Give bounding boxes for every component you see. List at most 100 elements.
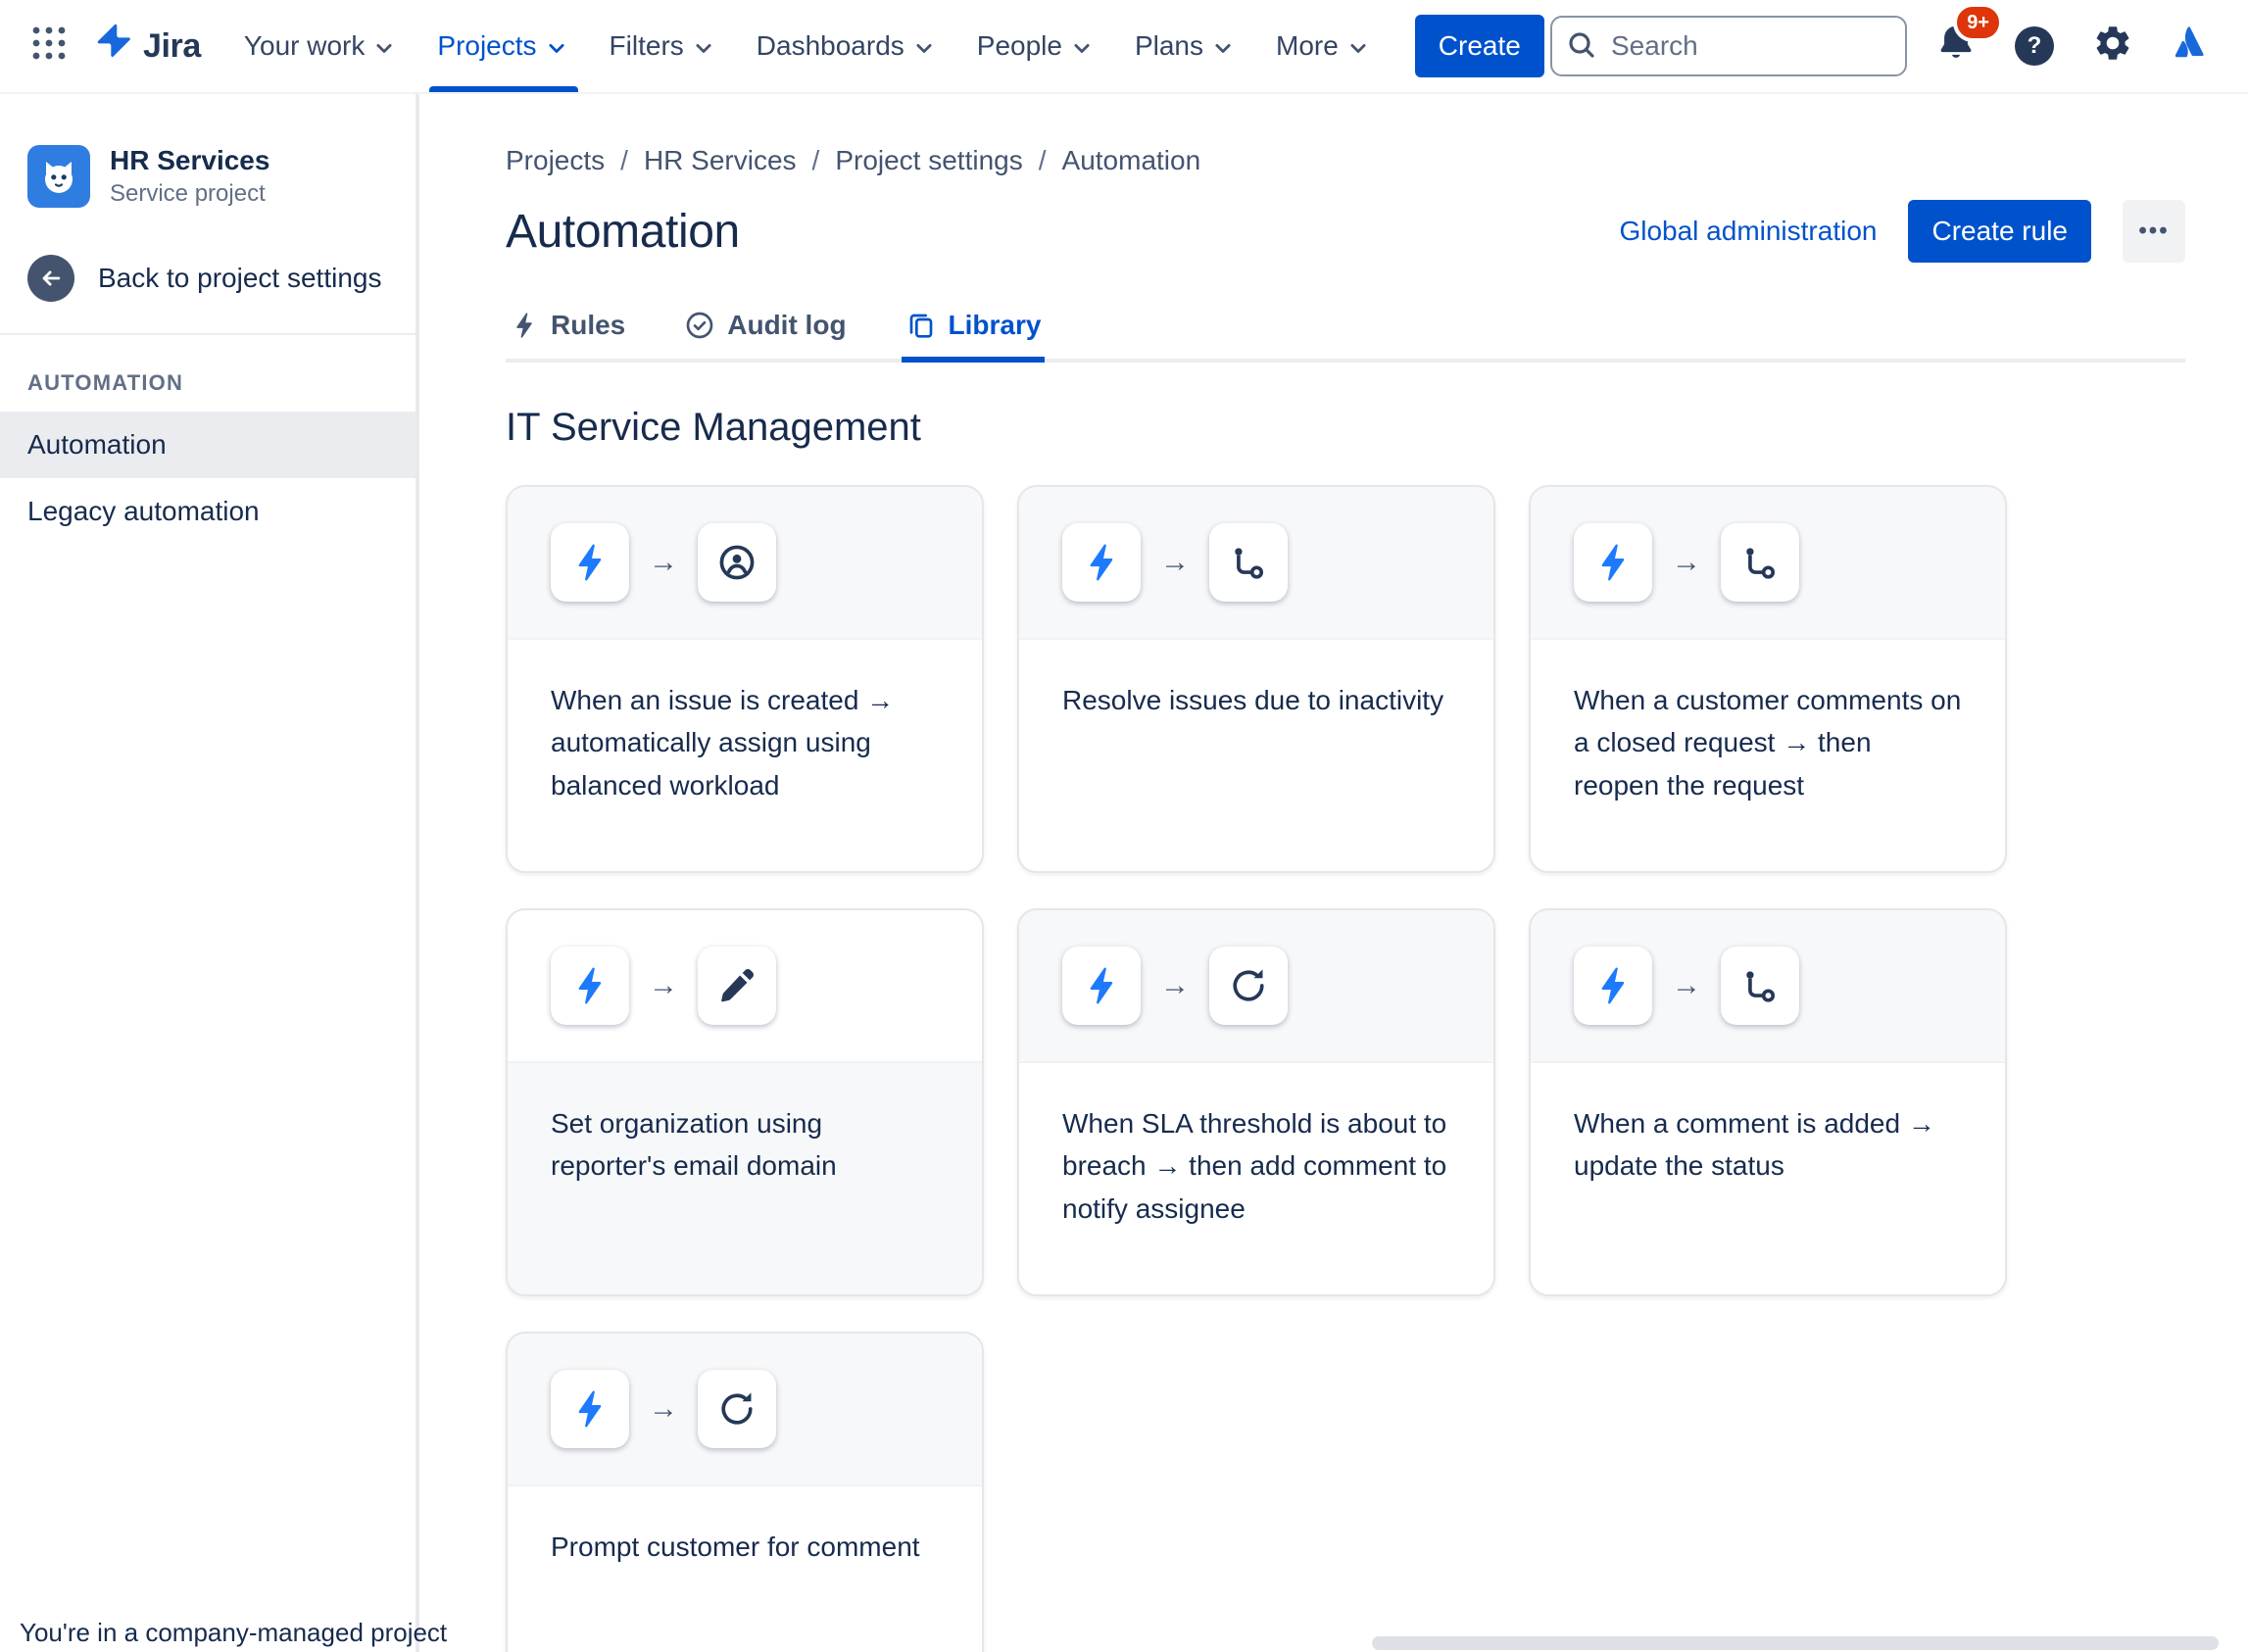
sidebar-item-automation[interactable]: Automation: [0, 412, 415, 478]
nav-item-people[interactable]: People: [957, 0, 1115, 92]
main-content: Projects / HR Services / Project setting…: [419, 94, 2248, 1652]
title-actions: Global administration Create rule •••: [1619, 200, 2185, 263]
create-rule-button[interactable]: Create rule: [1908, 200, 2091, 263]
tab-label: Rules: [551, 310, 626, 340]
trigger-tile: [551, 523, 629, 602]
tab-audit-log[interactable]: Audit log: [680, 302, 850, 363]
arrow-icon: →: [1160, 969, 1190, 1001]
action-tile: [1721, 947, 1799, 1025]
project-managed-note: You're in a company-managed project: [20, 1618, 448, 1647]
create-button[interactable]: Create: [1414, 15, 1544, 77]
tabs: Rules Audit log Library: [506, 302, 2185, 363]
nav-item-dashboards[interactable]: Dashboards: [737, 0, 957, 92]
tab-label: Library: [948, 310, 1042, 340]
tab-rules[interactable]: Rules: [506, 302, 629, 363]
chevron-down-icon: [1350, 43, 1366, 53]
template-card-prompt-customer[interactable]: → Prompt customer for comment: [506, 1332, 984, 1652]
chevron-down-icon: [1074, 43, 1090, 53]
nav-item-label: Your work: [243, 30, 366, 61]
nav-item-filters[interactable]: Filters: [590, 0, 737, 92]
chevron-down-icon: [1215, 43, 1231, 53]
arrow-icon: →: [649, 546, 678, 578]
gear-icon: [2092, 23, 2133, 71]
more-actions-button[interactable]: •••: [2123, 200, 2185, 263]
template-card-comment-update-status[interactable]: → When a comment is added → update the s…: [1529, 908, 2007, 1296]
project-name: HR Services: [110, 145, 270, 175]
project-header: HR Services Service project: [0, 145, 415, 208]
arrow-icon: →: [1672, 969, 1701, 1001]
jira-logo[interactable]: Jira: [90, 21, 201, 72]
workflow-icon: [1746, 971, 1776, 1002]
help-button[interactable]: ?: [2005, 17, 2064, 75]
breadcrumb-separator: /: [1038, 145, 1047, 175]
app-root: Jira Your work Projects Filters Dashboar…: [0, 0, 2248, 1652]
nav-item-your-work[interactable]: Your work: [224, 0, 417, 92]
card-text: When an issue is created → automatically…: [551, 685, 895, 801]
app-switcher-grid-icon: [29, 24, 69, 70]
title-row: Automation Global administration Create …: [506, 200, 2185, 263]
breadcrumb-separator: /: [811, 145, 820, 175]
chevron-down-icon: [696, 43, 711, 53]
trigger-tile: [551, 947, 629, 1025]
workflow-icon: [1235, 548, 1264, 579]
trigger-tile: [551, 1370, 629, 1448]
trigger-tile: [1574, 947, 1652, 1025]
workflow-icon: [1746, 548, 1776, 579]
card-icon-area: →: [508, 910, 982, 1063]
sidebar-divider: [0, 333, 415, 335]
nav-item-plans[interactable]: Plans: [1115, 0, 1256, 92]
settings-button[interactable]: [2083, 17, 2142, 75]
search-icon: [1566, 29, 1597, 69]
nav-item-label: More: [1276, 30, 1339, 61]
notifications-button[interactable]: 9+: [1927, 3, 2003, 75]
template-card-reopen-request[interactable]: → When a customer comments on a closed r…: [1529, 485, 2007, 873]
horizontal-scrollbar[interactable]: [1372, 1636, 2219, 1650]
breadcrumb-projects[interactable]: Projects: [506, 145, 605, 176]
card-text: When a customer comments on a closed req…: [1574, 685, 1962, 801]
chevron-down-icon: [376, 43, 392, 53]
lightning-icon: [578, 544, 602, 581]
top-navigation: Jira Your work Projects Filters Dashboar…: [0, 0, 2248, 94]
project-type: Service project: [110, 180, 266, 207]
action-tile: [1209, 523, 1288, 602]
nav-item-label: Projects: [437, 30, 537, 61]
assign-user-icon: [719, 545, 755, 580]
card-icon-area: →: [1019, 910, 1493, 1063]
atlassian-button[interactable]: [2162, 17, 2221, 75]
arrow-icon: →: [649, 1392, 678, 1425]
breadcrumb-project-settings[interactable]: Project settings: [835, 145, 1022, 176]
app-switcher-button[interactable]: [20, 17, 78, 75]
template-card-resolve-inactivity[interactable]: → Resolve issues due to inactivity: [1017, 485, 1495, 873]
global-administration-link[interactable]: Global administration: [1619, 216, 1877, 247]
nav-left-cluster: Jira Your work Projects Filters Dashboar…: [20, 0, 1544, 92]
back-label: Back to project settings: [98, 263, 382, 293]
trigger-tile: [1062, 947, 1141, 1025]
atlassian-icon: [2170, 22, 2213, 72]
search-box: [1550, 16, 1907, 76]
lightning-icon: [1090, 967, 1113, 1004]
breadcrumb-automation[interactable]: Automation: [1062, 145, 1201, 176]
help-icon: ?: [2015, 26, 2054, 66]
card-icon-area: →: [1531, 487, 2005, 640]
template-card-set-organization[interactable]: → Set organization using reporter's emai…: [506, 908, 984, 1296]
action-tile: [698, 523, 776, 602]
nav-item-projects[interactable]: Projects: [417, 0, 589, 92]
sidebar-item-legacy-automation[interactable]: Legacy automation: [0, 478, 415, 545]
card-icon-area: →: [1019, 487, 1493, 640]
template-card-grid: → When an issue is created → automatical…: [506, 485, 2185, 1652]
card-text: When SLA threshold is about to breach → …: [1062, 1108, 1447, 1224]
nav-right-cluster: 9+ ?: [1550, 3, 2221, 76]
tab-library[interactable]: Library: [901, 302, 1046, 363]
project-sidebar: HR Services Service project Back to proj…: [0, 94, 448, 1652]
card-icon-area: →: [508, 1334, 982, 1486]
back-to-project-settings[interactable]: Back to project settings: [0, 255, 415, 302]
action-tile: [1209, 947, 1288, 1025]
nav-item-label: Plans: [1134, 30, 1203, 61]
template-card-sla-breach[interactable]: → When SLA threshold is about to breach …: [1017, 908, 1495, 1296]
nav-item-more[interactable]: More: [1256, 0, 1392, 92]
breadcrumb: Projects / HR Services / Project setting…: [506, 145, 2185, 176]
breadcrumb-hr-services[interactable]: HR Services: [644, 145, 797, 176]
template-card-balanced-workload[interactable]: → When an issue is created → automatical…: [506, 485, 984, 873]
arrow-icon: →: [649, 969, 678, 1001]
search-input[interactable]: [1550, 16, 1907, 76]
